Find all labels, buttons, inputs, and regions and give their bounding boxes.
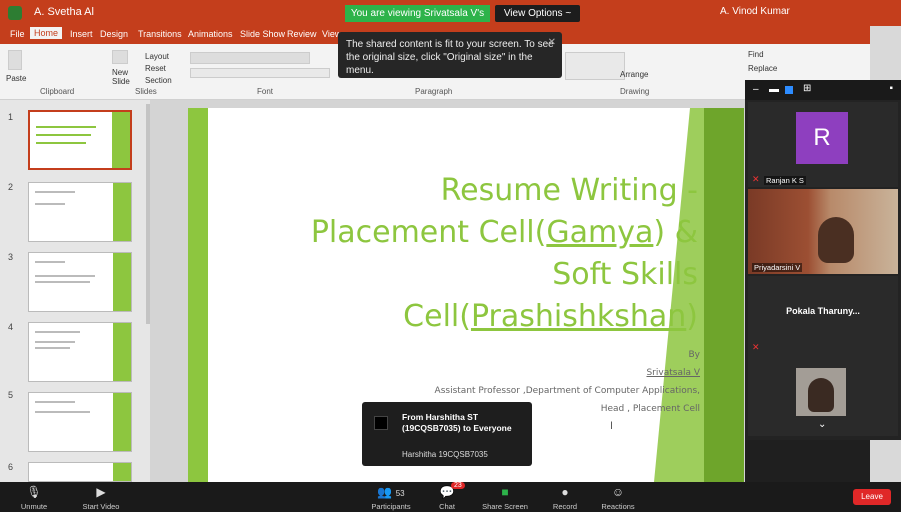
section-button[interactable]: Section xyxy=(145,76,172,85)
slide-thumbnail[interactable] xyxy=(28,462,132,482)
slide-thumbnail[interactable] xyxy=(28,322,132,382)
thumbnail-number: 3 xyxy=(8,252,14,262)
chat-sender: From Harshitha ST (19CQSB7035) to Everyo… xyxy=(402,412,512,433)
thumbnail-number: 6 xyxy=(8,462,14,472)
thumbnail-number: 5 xyxy=(8,390,14,400)
slide-thumbnail[interactable] xyxy=(28,252,132,312)
powerpoint-icon xyxy=(8,6,22,20)
layout-button[interactable]: Layout xyxy=(145,52,169,61)
slide-decoration xyxy=(188,108,208,482)
muted-mic-icon: ✕ xyxy=(752,342,760,352)
paste-icon[interactable] xyxy=(8,50,22,70)
new-slide-icon[interactable] xyxy=(112,50,128,64)
minimize-icon[interactable]: – xyxy=(753,84,759,95)
participant-gallery: – ▬ ⊞ ▪ R ✕ Ranjan K S Priyadarsini V Po… xyxy=(745,80,901,440)
share-screen-icon: ■ xyxy=(501,485,509,499)
chat-unread-badge: 23 xyxy=(451,482,465,489)
slide-thumbnail[interactable] xyxy=(28,182,132,242)
group-clipboard: Clipboard xyxy=(40,87,75,96)
fit-screen-tooltip: The shared content is fit to your screen… xyxy=(338,32,562,78)
shapes-gallery[interactable] xyxy=(565,52,625,80)
group-drawing: Drawing xyxy=(620,87,650,96)
font-format-row[interactable] xyxy=(190,68,330,78)
by-label: By xyxy=(688,350,700,360)
chat-notification[interactable]: From Harshitha ST (19CQSB7035) to Everyo… xyxy=(362,402,532,466)
microphone-icon: 🎙 xyxy=(26,485,42,499)
participant-name: Priyadarsini V xyxy=(752,263,803,272)
slide-decoration xyxy=(704,108,744,482)
title-line: Cell(Prashishkshan) xyxy=(403,299,698,334)
title-line: Placement Cell(Gamya) & xyxy=(310,215,698,250)
title-bar: A. Svetha Al You are viewing Srivatsala … xyxy=(0,0,901,36)
paste-button[interactable]: Paste xyxy=(6,74,26,83)
tooltip-text: The shared content is fit to your screen… xyxy=(346,39,554,76)
participant-silhouette xyxy=(818,217,854,263)
avatar: R xyxy=(796,112,848,164)
find-button[interactable]: Find xyxy=(748,50,764,59)
share-banner: You are viewing Srivatsala V's screen xyxy=(345,5,490,36)
tab-slide-show[interactable]: Slide Show xyxy=(240,29,285,39)
participant-name: Ranjan K S xyxy=(764,176,806,185)
title-line: Resume Writing - xyxy=(440,173,698,208)
start-video-button[interactable]: ▶ Start Video xyxy=(78,484,124,511)
gallery-toolbar: – ▬ ⊞ ▪ xyxy=(745,80,901,100)
participant-video xyxy=(796,368,846,416)
user-name[interactable]: A. Vinod Kumar xyxy=(720,6,790,17)
chat-message: Harshitha 19CQSB7035 xyxy=(402,450,488,459)
thumbnail-number: 4 xyxy=(8,322,14,332)
tab-design[interactable]: Design xyxy=(100,29,128,39)
participants-icon: 👥 53 xyxy=(377,485,405,499)
video-camera-icon: ▶ xyxy=(96,485,106,499)
arrange-button[interactable]: Arrange xyxy=(620,70,648,79)
expand-icon[interactable]: ▪ xyxy=(889,83,893,94)
speaker-view-icon[interactable] xyxy=(785,86,793,94)
participant-tile[interactable]: Priyadarsini V xyxy=(748,189,898,274)
thumbnail-number: 1 xyxy=(8,112,14,122)
tab-file[interactable]: File xyxy=(10,29,25,39)
slide-thumbnail[interactable] xyxy=(28,392,132,452)
participants-button[interactable]: 👥 53 Participants xyxy=(366,484,416,511)
new-slide-button[interactable]: New Slide xyxy=(112,68,134,86)
author-name: Srivatsala V xyxy=(646,368,700,378)
reactions-button[interactable]: ☺ Reactions xyxy=(598,484,638,511)
group-slides: Slides xyxy=(135,87,157,96)
group-font: Font xyxy=(257,87,274,96)
group-paragraph: Paragraph xyxy=(415,87,453,96)
gallery-view-icon[interactable]: ⊞ xyxy=(803,83,811,94)
title-line: Soft Skills xyxy=(552,257,698,292)
participant-tile[interactable]: R ✕ Ranjan K S xyxy=(748,102,898,187)
tab-home[interactable]: Home xyxy=(30,27,63,39)
unmute-button[interactable]: 🎙 Unmute xyxy=(14,484,54,511)
record-icon: ● xyxy=(561,485,569,499)
replace-button[interactable]: Replace xyxy=(748,64,777,73)
slide-title: Resume Writing - Placement Cell(Gamya) &… xyxy=(248,170,698,338)
record-button[interactable]: ● Record xyxy=(548,484,582,511)
text-cursor-icon: Ⅰ xyxy=(610,421,613,432)
chevron-down-icon[interactable]: ⌄ xyxy=(818,419,826,430)
author-role: Assistant Professor ,Department of Compu… xyxy=(434,386,700,396)
tab-animations[interactable]: Animations xyxy=(188,29,233,39)
share-screen-button[interactable]: ■ Share Screen xyxy=(480,484,530,511)
leave-button[interactable]: Leave xyxy=(853,489,891,505)
close-icon[interactable]: ✕ xyxy=(548,36,556,49)
sender-avatar xyxy=(374,416,388,430)
slide-thumbnail[interactable] xyxy=(28,110,132,170)
font-name-box[interactable] xyxy=(190,52,310,64)
view-options-button[interactable]: View Options ~ xyxy=(495,5,580,22)
document-title: A. Svetha Al xyxy=(34,6,94,18)
participant-name: Pokala Tharuny... xyxy=(786,306,860,316)
reset-button[interactable]: Reset xyxy=(145,64,166,73)
tab-insert[interactable]: Insert xyxy=(70,29,93,39)
reactions-icon: ☺ xyxy=(611,485,625,499)
tab-transitions[interactable]: Transitions xyxy=(138,29,182,39)
participant-tile[interactable]: Pokala Tharuny... ✕ ⌄ xyxy=(748,276,898,436)
muted-mic-icon: ✕ xyxy=(752,174,760,184)
hide-video-icon[interactable]: ▬ xyxy=(769,84,779,95)
tab-review[interactable]: Review xyxy=(287,29,317,39)
thumbnail-number: 2 xyxy=(8,182,14,192)
